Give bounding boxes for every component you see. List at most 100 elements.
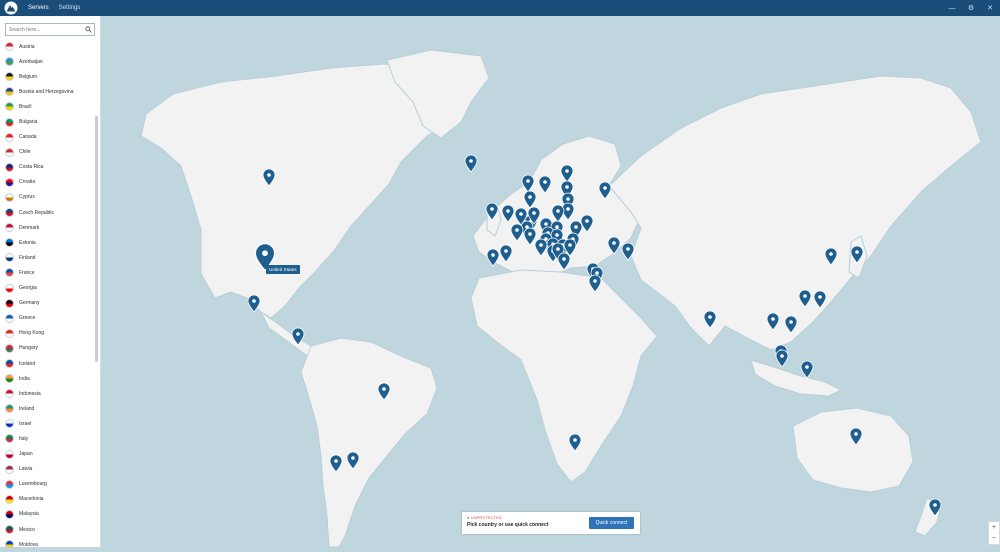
search-icon[interactable] [85, 26, 92, 33]
server-pin[interactable] [499, 244, 513, 263]
country-item[interactable]: Mexico [0, 522, 95, 537]
server-pin[interactable] [291, 327, 305, 346]
country-item[interactable]: Moldova [0, 537, 95, 547]
minimize-button[interactable]: — [942, 0, 962, 16]
country-item[interactable]: Malaysia [0, 507, 95, 522]
server-pin[interactable] [621, 242, 635, 261]
server-pin[interactable] [580, 214, 594, 233]
country-name: Iceland [19, 360, 36, 367]
flag-icon [5, 509, 14, 519]
server-pin[interactable] [557, 252, 571, 271]
search-input[interactable] [6, 24, 87, 35]
flag-icon [5, 479, 14, 489]
country-name: Bosnia and Herzegovina [19, 88, 74, 95]
server-pin[interactable] [538, 175, 552, 194]
flag-icon [5, 132, 14, 142]
server-pin[interactable] [784, 315, 798, 334]
zoom-in-button[interactable]: + [989, 522, 999, 533]
country-item[interactable]: Luxembourg [0, 477, 95, 492]
search-box[interactable] [5, 23, 95, 36]
server-pin[interactable] [560, 164, 574, 183]
country-item[interactable]: Greece [0, 311, 95, 326]
country-item[interactable]: Bulgaria [0, 114, 95, 129]
country-item[interactable]: Cyprus [0, 190, 95, 205]
country-item[interactable]: Iceland [0, 356, 95, 371]
server-pin[interactable] [766, 312, 780, 331]
tab-settings[interactable]: Settings [59, 0, 81, 16]
country-item[interactable]: France [0, 265, 95, 280]
country-item[interactable]: Hong Kong [0, 326, 95, 341]
country-item[interactable]: Japan [0, 447, 95, 462]
server-pin[interactable] [850, 245, 864, 264]
server-pin[interactable] [598, 181, 612, 200]
country-item[interactable]: Ireland [0, 401, 95, 416]
country-item[interactable]: Germany [0, 296, 95, 311]
flag-icon [5, 87, 14, 97]
server-pin[interactable] [798, 289, 812, 308]
server-pin[interactable] [775, 349, 789, 368]
country-item[interactable]: Israel [0, 416, 95, 431]
flag-icon [5, 57, 14, 67]
server-pin[interactable] [534, 238, 548, 257]
tab-servers[interactable]: Servers [28, 0, 49, 16]
server-pin[interactable] [824, 247, 838, 266]
flag-icon [5, 177, 14, 187]
server-pin[interactable] [521, 174, 535, 193]
country-item[interactable]: Latvia [0, 462, 95, 477]
country-item[interactable]: Georgia [0, 281, 95, 296]
server-pin[interactable] [510, 223, 524, 242]
server-pin[interactable] [247, 294, 261, 313]
country-item[interactable]: Finland [0, 250, 95, 265]
country-item[interactable]: Chile [0, 145, 95, 160]
country-item[interactable]: Costa Rica [0, 160, 95, 175]
server-pins [247, 154, 942, 517]
country-item[interactable]: Indonesia [0, 386, 95, 401]
server-pin[interactable] [485, 202, 499, 221]
server-pin[interactable] [486, 248, 500, 267]
country-item[interactable]: Estonia [0, 235, 95, 250]
server-pin[interactable] [703, 310, 717, 329]
zoom-out-button[interactable]: − [989, 533, 999, 544]
country-name: Macedonia [19, 496, 44, 503]
server-pin[interactable] [346, 451, 360, 470]
server-pin[interactable] [800, 360, 814, 379]
country-name: Moldova [19, 541, 38, 547]
country-name: Chile [19, 149, 31, 156]
country-item[interactable]: Czech Republic [0, 205, 95, 220]
country-list: Austria Azerbaijan Belgium Bosnia and Herze… [0, 39, 95, 547]
server-pin[interactable] [377, 382, 391, 401]
gear-icon[interactable]: ⚙ [961, 0, 981, 16]
flag-icon [5, 419, 14, 429]
server-pin[interactable] [551, 204, 565, 223]
country-item[interactable]: Croatia [0, 175, 95, 190]
server-pin[interactable] [928, 498, 942, 517]
country-item[interactable]: India [0, 371, 95, 386]
server-pin[interactable] [464, 154, 478, 173]
country-item[interactable]: Azerbaijan [0, 54, 95, 69]
server-pin[interactable] [329, 454, 343, 473]
close-button[interactable]: ✕ [980, 0, 1000, 16]
quick-connect-button[interactable]: Quick connect [589, 517, 634, 529]
server-pin[interactable] [813, 290, 827, 309]
server-pin[interactable] [523, 227, 537, 246]
server-pin[interactable] [262, 168, 276, 187]
server-pin[interactable] [607, 236, 621, 255]
server-pin[interactable] [588, 274, 602, 293]
flag-icon [5, 102, 14, 112]
country-item[interactable]: Macedonia [0, 492, 95, 507]
country-item[interactable]: Belgium [0, 69, 95, 84]
server-pin[interactable] [568, 433, 582, 452]
country-item[interactable]: Italy [0, 431, 95, 446]
country-item[interactable]: Canada [0, 130, 95, 145]
country-item[interactable]: Hungary [0, 341, 95, 356]
world-map[interactable]: United States ● UNPROTECTED Pick country… [101, 16, 1000, 548]
country-tooltip: United States [266, 265, 300, 274]
country-item[interactable]: Bosnia and Herzegovina [0, 84, 95, 99]
country-item[interactable]: Austria [0, 39, 95, 54]
country-item[interactable]: Brazil [0, 99, 95, 114]
server-pin[interactable] [501, 204, 515, 223]
server-pin[interactable] [849, 427, 863, 446]
country-item[interactable]: Denmark [0, 220, 95, 235]
sidebar-scrollbar[interactable] [95, 116, 98, 362]
server-pin[interactable] [523, 190, 537, 209]
